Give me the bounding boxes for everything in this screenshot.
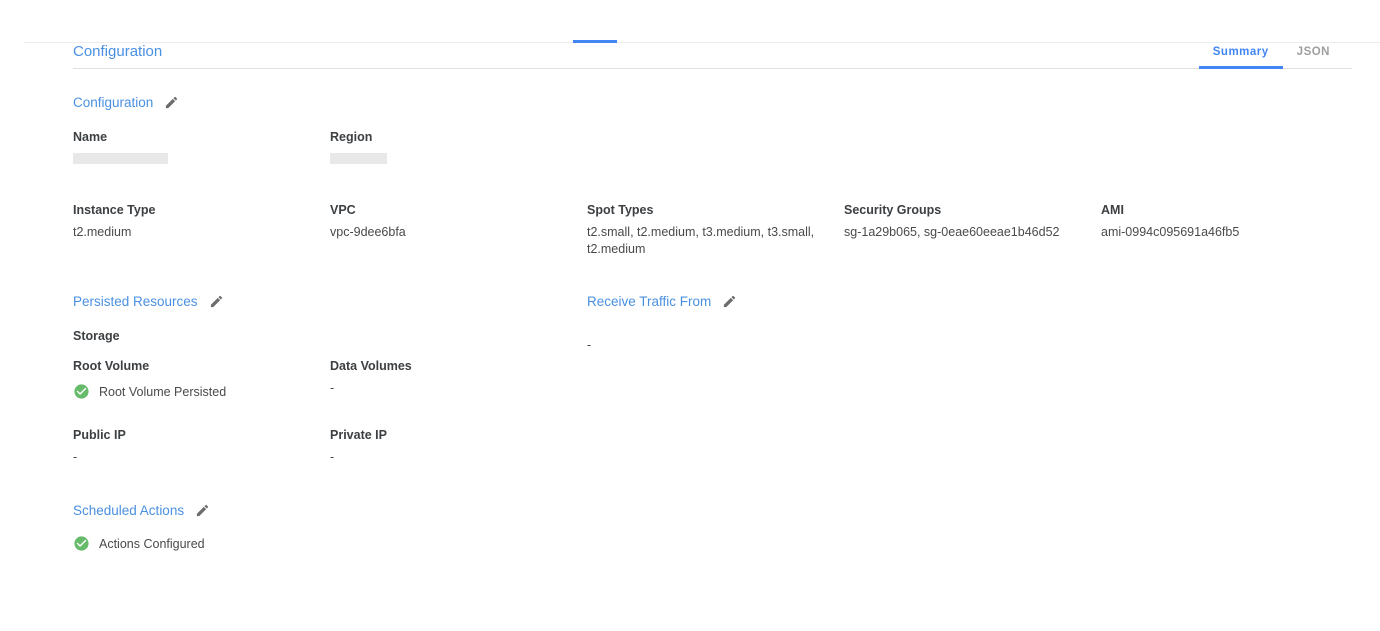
ami-label: AMI — [1101, 202, 1358, 218]
edit-scheduled-actions-icon[interactable] — [195, 503, 210, 518]
field-public-ip: Public IP - — [73, 427, 330, 466]
section-configuration: Configuration Name Region Instance Type … — [73, 95, 1352, 258]
security-groups-value: sg-1a29b065, sg-0eae60eeae1b46d52 — [844, 224, 1079, 241]
field-spot-types: Spot Types t2.small, t2.medium, t3.mediu… — [587, 202, 844, 258]
private-ip-label: Private IP — [330, 427, 587, 443]
spot-types-label: Spot Types — [587, 202, 844, 218]
private-ip-value: - — [330, 449, 565, 466]
scheduled-actions-status: Actions Configured — [73, 535, 1352, 552]
configuration-fields-row2: Instance Type t2.medium VPC vpc-9dee6bfa… — [73, 202, 1352, 258]
field-data-volumes: Data Volumes - — [330, 358, 587, 400]
tab-summary[interactable]: Summary — [1199, 40, 1283, 68]
page-title: Configuration — [73, 43, 162, 68]
field-name: Name — [73, 129, 330, 164]
configuration-section-header: Configuration — [73, 95, 1352, 110]
field-ami: AMI ami-0994c095691a46fb5 — [1101, 202, 1358, 258]
public-ip-label: Public IP — [73, 427, 330, 443]
top-divider — [24, 42, 1380, 43]
configuration-fields-row1: Name Region — [73, 129, 1352, 164]
vpc-value: vpc-9dee6bfa — [330, 224, 565, 241]
field-region: Region — [330, 129, 587, 164]
instance-type-value: t2.medium — [73, 224, 308, 241]
storage-heading: Storage — [73, 329, 587, 343]
section-scheduled-actions: Scheduled Actions Actions Configured — [73, 503, 1352, 552]
persisted-resources-header: Persisted Resources — [73, 294, 587, 309]
region-value-redacted — [330, 153, 387, 164]
field-security-groups: Security Groups sg-1a29b065, sg-0eae60ee… — [844, 202, 1101, 258]
section-persisted-resources: Persisted Resources Storage Root Volume … — [73, 294, 587, 466]
volumes-row: Root Volume Root Volume Persisted Data V… — [73, 358, 587, 400]
data-volumes-label: Data Volumes — [330, 358, 587, 374]
root-volume-status-text: Root Volume Persisted — [99, 385, 226, 399]
public-ip-value: - — [73, 449, 308, 466]
ip-row: Public IP - Private IP - — [73, 427, 587, 466]
tab-json[interactable]: JSON — [1283, 40, 1344, 68]
field-instance-type: Instance Type t2.medium — [73, 202, 330, 258]
section-receive-traffic-from: Receive Traffic From - — [587, 294, 987, 352]
check-circle-icon — [73, 535, 90, 552]
scheduled-actions-link[interactable]: Scheduled Actions — [73, 503, 184, 518]
security-groups-label: Security Groups — [844, 202, 1101, 218]
check-circle-icon — [73, 383, 90, 400]
field-private-ip: Private IP - — [330, 427, 587, 466]
active-tab-indicator-top — [573, 40, 617, 43]
edit-receive-traffic-icon[interactable] — [722, 294, 737, 309]
root-volume-label: Root Volume — [73, 358, 330, 374]
persisted-resources-link[interactable]: Persisted Resources — [73, 294, 198, 309]
ami-value: ami-0994c095691a46fb5 — [1101, 224, 1336, 241]
spot-types-value: t2.small, t2.medium, t3.medium, t3.small… — [587, 224, 822, 258]
region-label: Region — [330, 129, 587, 145]
view-tabs: Summary JSON — [1199, 40, 1344, 68]
scheduled-actions-header: Scheduled Actions — [73, 503, 1352, 518]
configuration-section-link[interactable]: Configuration — [73, 95, 153, 110]
scheduled-actions-status-text: Actions Configured — [99, 537, 205, 551]
edit-configuration-icon[interactable] — [164, 95, 179, 110]
field-vpc: VPC vpc-9dee6bfa — [330, 202, 587, 258]
receive-traffic-link[interactable]: Receive Traffic From — [587, 294, 711, 309]
name-label: Name — [73, 129, 330, 145]
instance-type-label: Instance Type — [73, 202, 330, 218]
vpc-label: VPC — [330, 202, 587, 218]
page-container: Configuration Summary JSON Configuration… — [0, 40, 1380, 552]
middle-sections-row: Persisted Resources Storage Root Volume … — [73, 294, 1352, 466]
root-volume-status: Root Volume Persisted — [73, 383, 330, 400]
page-header: Configuration Summary JSON — [73, 40, 1352, 69]
name-value-redacted — [73, 153, 168, 164]
receive-traffic-header: Receive Traffic From — [587, 294, 987, 309]
field-root-volume: Root Volume Root Volume Persisted — [73, 358, 330, 400]
data-volumes-value: - — [330, 380, 565, 397]
receive-traffic-value: - — [587, 338, 987, 352]
edit-persisted-resources-icon[interactable] — [209, 294, 224, 309]
